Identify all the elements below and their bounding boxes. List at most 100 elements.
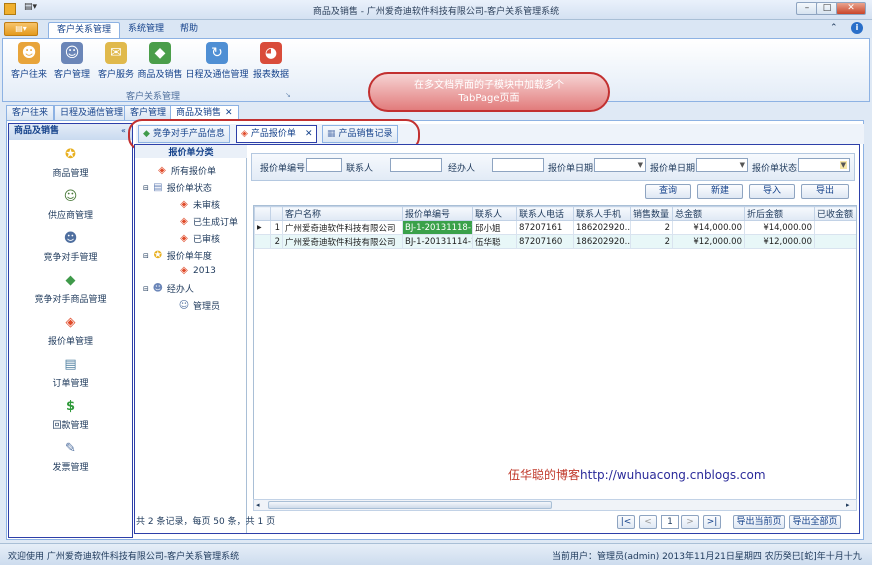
page-number-input[interactable]: 1 [661, 515, 679, 529]
table-row[interactable]: 2 广州爱奇迪软件科技有限公司 BJ-1-20131114-1 伍华聪 8720… [254, 234, 856, 249]
query-button[interactable]: 查询 [645, 184, 691, 199]
customer-manage-button[interactable]: ☺ 客户管理 [51, 42, 93, 80]
col-mobile[interactable]: 联系人手机 [573, 206, 631, 221]
doctab-customer-contact[interactable]: 客户往来 [6, 105, 55, 121]
col-phone[interactable]: 联系人电话 [516, 206, 574, 221]
left-navigation: 商品及销售 « ✪ 商品管理 ☺ 供应商管理 ☻ 竞争对手管理 ◆ 竞争对手商品… [8, 123, 133, 538]
customer-icon: ☺ [61, 42, 83, 64]
status-bar: 欢迎使用 广州爱奇迪软件科技有限公司-客户关系管理系统 当前用户：管理员(adm… [0, 543, 872, 565]
contact-input[interactable] [390, 158, 442, 172]
collapse-ribbon-icon[interactable]: ⌃ [830, 23, 838, 33]
user-icon: ☺ [178, 300, 190, 311]
nav-item-competitor-products[interactable]: ◆ 竞争对手商品管理 [9, 272, 132, 305]
row-indicator-icon: ▶ [254, 220, 271, 235]
tree-node-year[interactable]: ⊟ ✪ 报价单年度 [143, 249, 212, 262]
expand-icon[interactable]: ⊟ [143, 285, 149, 293]
supplier-icon: ☺ [63, 189, 78, 204]
minimize-button[interactable]: – [796, 2, 818, 15]
col-quote-no[interactable]: 报价单编号 [402, 206, 473, 221]
col-contact[interactable]: 联系人 [472, 206, 517, 221]
col-discounted[interactable]: 折后金额 [744, 206, 815, 221]
window-title: 商品及销售 - 广州爱奇迪软件科技有限公司-客户关系管理系统 [312, 7, 560, 17]
nav-item-quotes[interactable]: ◈ 报价单管理 [9, 314, 132, 347]
handler-input[interactable] [492, 158, 544, 172]
last-page-button[interactable]: >| [703, 515, 721, 529]
dialog-launcher-icon[interactable]: ↘ [285, 91, 291, 99]
folder-icon: ▤ [153, 182, 163, 193]
col-total[interactable]: 总金额 [672, 206, 745, 221]
status-user-date: 当前用户：管理员(admin) 2013年11月21日星期四 农历癸巳[蛇]年十… [552, 552, 862, 562]
col-received[interactable]: 已收金额 [814, 206, 856, 221]
date-from-picker[interactable]: ▼ [594, 158, 646, 172]
report-button[interactable]: ◕ 报表数据 [251, 42, 291, 80]
maximize-button[interactable]: □ [816, 2, 838, 15]
nav-item-payments[interactable]: $ 回款管理 [9, 398, 132, 431]
tree-node-status[interactable]: ⊟ ▤ 报价单状态 [143, 181, 212, 194]
chevron-down-icon[interactable]: ▼ [839, 161, 847, 169]
category-tree: 报价单分类 ◈ 所有报价单 ⊟ ▤ 报价单状态 ◈ 未审核 ◈ 已生成订单 ◈ 已审核 ⊟ ✪… [135, 145, 247, 533]
table-row[interactable]: ▶ 1 广州爱奇迪软件科技有限公司 BJ-1-20131118-1 邱小姐 87… [254, 220, 856, 235]
help-icon[interactable]: i [851, 22, 863, 34]
left-nav-title: 商品及销售 [9, 124, 132, 140]
scroll-left-icon[interactable]: ◂ [256, 501, 260, 509]
scroll-thumb[interactable] [268, 501, 552, 509]
close-icon[interactable]: ✕ [225, 106, 233, 120]
tag-icon: ◈ [180, 199, 188, 210]
customer-contact-button[interactable]: ☻ 客户往来 [9, 42, 49, 80]
status-select[interactable]: ▼ [798, 158, 850, 172]
dollar-icon: $ [65, 399, 76, 414]
tab-help[interactable]: 帮助 [172, 22, 206, 38]
tag-icon: ◈ [180, 265, 188, 276]
ribbon-group-name: 客户关系管理 [125, 92, 180, 102]
tree-node-2013[interactable]: ◈ 2013 [177, 265, 216, 276]
chevron-down-icon[interactable]: ▼ [638, 161, 643, 169]
date-to-picker[interactable]: ▼ [696, 158, 748, 172]
scroll-right-icon[interactable]: ▸ [846, 501, 850, 509]
horizontal-scrollbar[interactable]: ◂ ▸ [253, 499, 857, 511]
tree-node-all[interactable]: ◈ 所有报价单 [155, 164, 216, 177]
doctab-schedule[interactable]: 日程及通信管理 [54, 105, 130, 121]
export-current-page-button[interactable]: 导出当前页 [733, 515, 785, 529]
tree-node-handler[interactable]: ⊟ ☻ 经办人 [143, 282, 194, 295]
product-sales-button[interactable]: ◆ 商品及销售 [137, 42, 183, 80]
product-icon: ◆ [65, 273, 76, 288]
expand-icon[interactable]: ⊟ [143, 184, 149, 192]
tag-icon: ◈ [158, 165, 166, 176]
report-icon: ◕ [260, 42, 282, 64]
col-customer[interactable]: 客户名称 [282, 206, 403, 221]
nav-item-invoices[interactable]: ✎ 发票管理 [9, 440, 132, 473]
tab-system[interactable]: 系统管理 [120, 22, 172, 38]
new-button[interactable]: 新建 [697, 184, 743, 199]
people-icon: ☻ [18, 42, 40, 64]
col-quantity[interactable]: 销售数量 [630, 206, 673, 221]
calendar-icon: ✪ [153, 250, 163, 261]
tree-node-reviewed[interactable]: ◈ 已审核 [177, 232, 220, 245]
nav-item-orders[interactable]: ▤ 订单管理 [9, 356, 132, 389]
tree-node-ordered[interactable]: ◈ 已生成订单 [177, 215, 238, 228]
schedule-button[interactable]: ↻ 日程及通信管理 [185, 42, 249, 80]
prev-page-button[interactable]: < [639, 515, 657, 529]
next-page-button[interactable]: > [681, 515, 699, 529]
schedule-icon: ↻ [206, 42, 228, 64]
box-icon: ✪ [65, 147, 76, 162]
import-button[interactable]: 导入 [749, 184, 795, 199]
expand-icon[interactable]: ⊟ [143, 252, 149, 260]
first-page-button[interactable]: |< [617, 515, 635, 529]
customer-service-button[interactable]: ✉ 客户服务 [95, 42, 137, 80]
table-header-row: 客户名称 报价单编号 联系人 联系人电话 联系人手机 销售数量 总金额 折后金额… [254, 206, 856, 221]
collapse-icon[interactable]: « [121, 126, 126, 135]
quote-no-input[interactable] [306, 158, 342, 172]
nav-item-suppliers[interactable]: ☺ 供应商管理 [9, 188, 132, 221]
tree-node-unreviewed[interactable]: ◈ 未审核 [177, 198, 220, 211]
export-all-pages-button[interactable]: 导出全部页 [789, 515, 841, 529]
close-button[interactable]: ✕ [836, 2, 866, 15]
nav-item-competitors[interactable]: ☻ 竞争对手管理 [9, 230, 132, 263]
export-button[interactable]: 导出 [801, 184, 849, 199]
file-menu-button[interactable]: ▤▾ [4, 22, 38, 36]
tree-node-admin[interactable]: ☺ 管理员 [177, 299, 220, 312]
invoice-icon: ✎ [65, 441, 76, 456]
chevron-down-icon[interactable]: ▼ [740, 161, 745, 169]
tab-crm[interactable]: 客户关系管理 [48, 22, 121, 38]
nav-item-products[interactable]: ✪ 商品管理 [9, 146, 132, 179]
order-icon: ▤ [64, 357, 77, 372]
